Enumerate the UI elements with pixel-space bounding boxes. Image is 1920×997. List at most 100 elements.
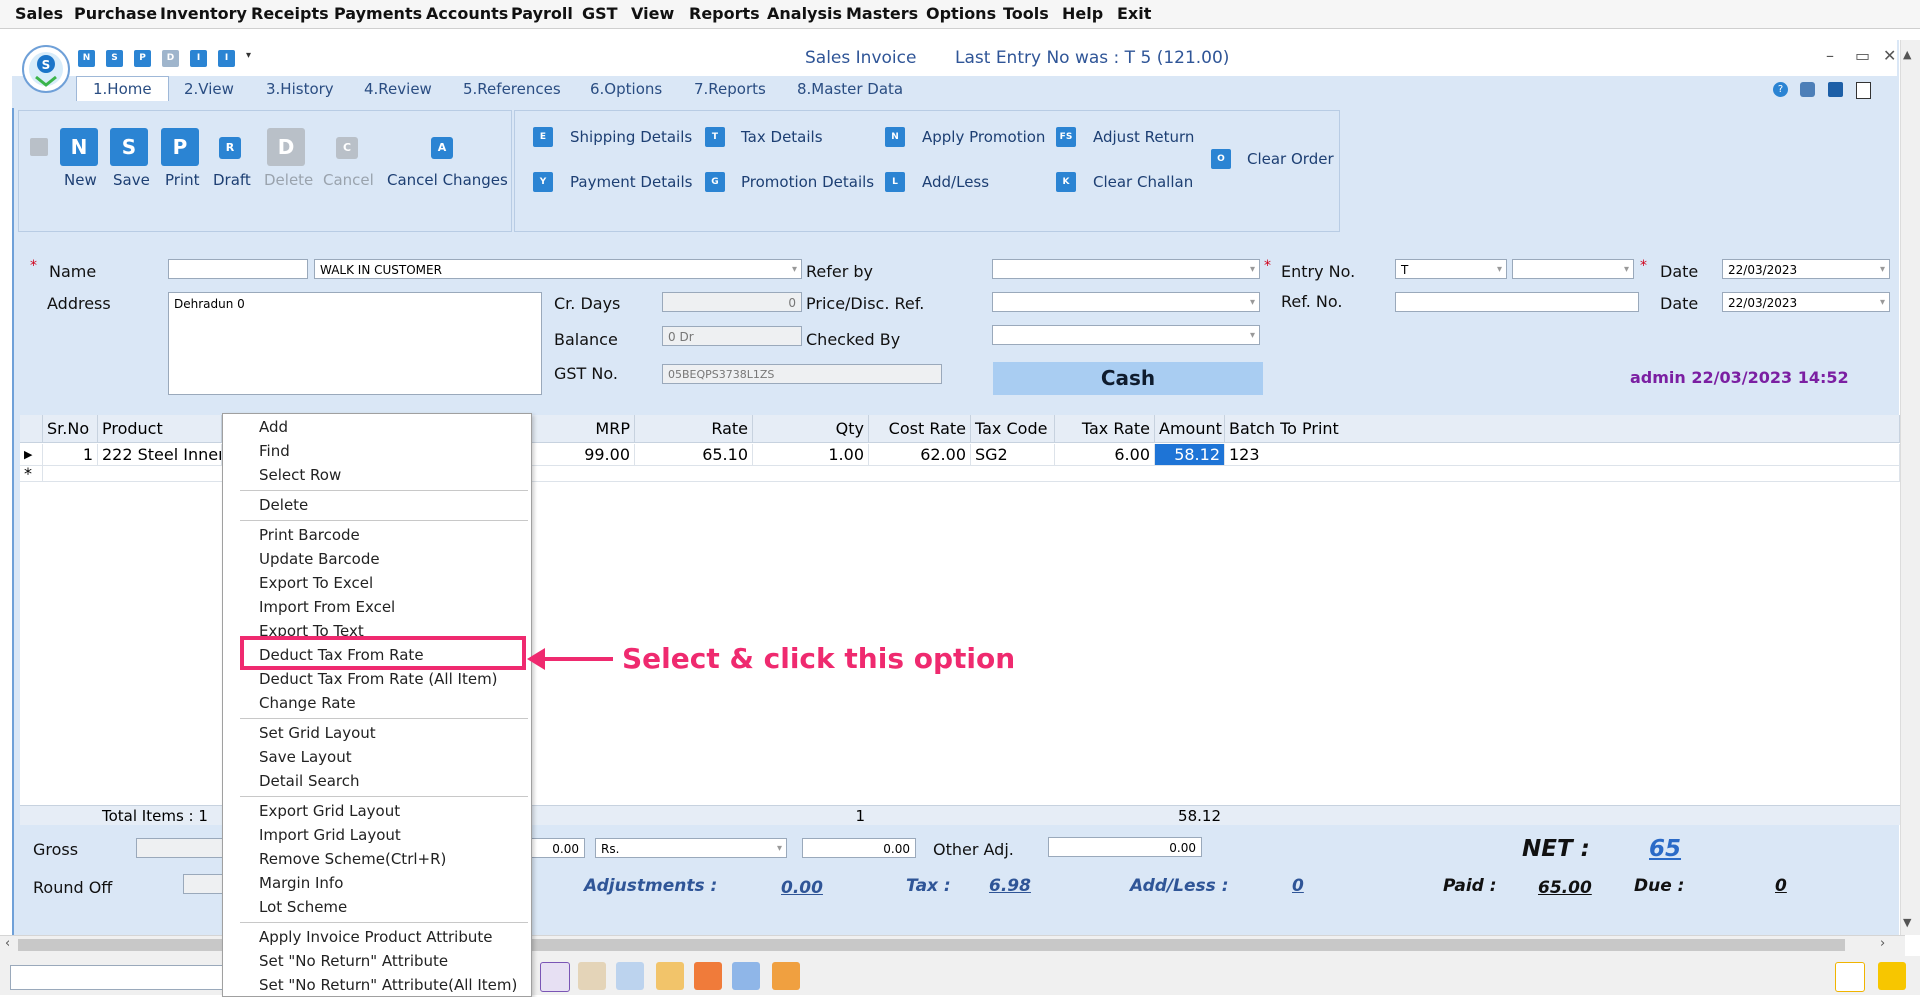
minimize-icon[interactable]: – [1826,46,1834,65]
col-tax-code[interactable]: Tax Code [971,415,1055,443]
status-input[interactable] [10,965,225,990]
cancel-changes-icon[interactable]: A [431,137,453,159]
menu-accounts[interactable]: Accounts [426,4,508,23]
cell-srno[interactable]: 1 [43,444,98,466]
menu-item-change-rate[interactable]: Change Rate [259,694,356,712]
cancel-changes-button[interactable]: Cancel Changes [387,171,508,189]
menu-gst[interactable]: GST [582,4,618,23]
tax-details-button[interactable]: Tax Details [741,128,823,146]
menu-help[interactable]: Help [1062,4,1103,23]
menu-item-export-excel[interactable]: Export To Excel [259,574,373,592]
maximize-icon[interactable]: ▭ [1855,46,1870,65]
menu-item-detail-search[interactable]: Detail Search [259,772,360,790]
tab-review[interactable]: 4.Review [364,80,432,98]
menu-item-save-layout[interactable]: Save Layout [259,748,352,766]
menu-item-find[interactable]: Find [259,442,290,460]
adj-amount-input[interactable]: 0.00 [528,838,585,858]
menu-item-add[interactable]: Add [259,418,288,436]
menu-exit[interactable]: Exit [1117,4,1151,23]
tab-home[interactable]: 1.Home [76,76,169,101]
menu-payments[interactable]: Payments [334,4,422,23]
scroll-up-icon[interactable]: ▲ [1903,48,1911,61]
menu-item-delete[interactable]: Delete [259,496,308,514]
name-input[interactable] [168,259,308,279]
add-less-button[interactable]: Add/Less [922,173,989,191]
ref-no-input[interactable] [1395,292,1639,312]
printer-icon[interactable] [732,962,760,990]
adj-value-input[interactable]: 0.00 [802,838,916,858]
announcement-icon[interactable] [1835,962,1865,992]
date-picker[interactable]: 22/03/2023 [1722,259,1890,279]
col-tax-rate[interactable]: Tax Rate [1055,415,1155,443]
cell-cost-rate[interactable]: 62.00 [869,444,971,466]
cell-qty[interactable]: 1.00 [753,444,869,466]
adjust-return-icon[interactable]: FS [1056,127,1076,147]
apply-promotion-icon[interactable]: N [885,127,905,147]
col-amount[interactable]: Amount [1155,415,1225,443]
apply-promotion-button[interactable]: Apply Promotion [922,128,1045,146]
vertical-scrollbar[interactable] [1900,40,1920,935]
menu-item-export-grid-layout[interactable]: Export Grid Layout [259,802,400,820]
promotion-details-button[interactable]: Promotion Details [741,173,874,191]
shapes-icon[interactable] [694,962,722,990]
col-qty[interactable]: Qty [753,415,869,443]
cell-mrp[interactable]: 99.00 [530,444,635,466]
tax-details-icon[interactable]: T [705,127,725,147]
cell-amount[interactable]: 58.12 [1155,444,1225,466]
col-srno[interactable]: Sr.No [43,415,98,443]
delivery-icon[interactable] [578,962,606,990]
adjust-return-button[interactable]: Adjust Return [1093,128,1194,146]
qa-customize-icon[interactable]: ▾ [246,50,251,61]
menu-item-apply-attribute[interactable]: Apply Invoice Product Attribute [259,928,492,946]
menu-item-deduct-tax-all[interactable]: Deduct Tax From Rate (All Item) [259,670,498,688]
menu-options[interactable]: Options [926,4,996,23]
col-rate[interactable]: Rate [635,415,753,443]
checked-by-select[interactable] [992,325,1260,345]
entry-series-select[interactable] [1512,259,1634,279]
cell-product[interactable]: 222 Steel Inner I [98,444,222,466]
clear-order-button[interactable]: Clear Order [1247,150,1334,168]
new-row-marker[interactable]: * [20,466,43,482]
menu-purchase[interactable]: Purchase [74,4,157,23]
qa-save-icon[interactable]: S [106,50,123,67]
save-icon[interactable]: S [110,128,148,166]
menu-item-select-row[interactable]: Select Row [259,466,341,484]
col-batch[interactable]: Batch To Print [1225,415,1900,443]
clear-challan-icon[interactable]: K [1056,172,1076,192]
refer-by-select[interactable] [992,259,1260,279]
row-pointer-icon[interactable]: ▶ [20,444,43,466]
info-icon[interactable] [1828,82,1843,97]
report-icon[interactable] [540,962,570,992]
scroll-left-icon[interactable]: ‹ [5,936,10,951]
address-textarea[interactable]: Dehradun 0 [168,292,542,395]
other-adj-input[interactable]: 0.00 [1048,837,1202,857]
menu-item-set-grid-layout[interactable]: Set Grid Layout [259,724,376,742]
tab-view[interactable]: 2.View [184,80,234,98]
network-icon[interactable] [616,962,644,990]
add-less-icon[interactable]: L [885,172,905,192]
menu-item-print-barcode[interactable]: Print Barcode [259,526,360,544]
save-button[interactable]: Save [113,171,150,189]
menu-item-margin-info[interactable]: Margin Info [259,874,343,892]
notification-bell-icon[interactable] [1878,962,1906,990]
draft-icon[interactable]: R [219,137,241,159]
menu-receipts[interactable]: Receipts [251,4,329,23]
new-button[interactable]: New [64,171,97,189]
customer-select[interactable]: WALK IN CUSTOMER [314,259,802,279]
menu-item-lot-scheme[interactable]: Lot Scheme [259,898,347,916]
promotion-details-icon[interactable]: G [705,172,725,192]
qa-item2-icon[interactable]: I [218,50,235,67]
menu-analysis[interactable]: Analysis [767,4,842,23]
entry-no-select[interactable]: T [1395,259,1507,279]
close-icon[interactable]: ✕ [1883,46,1896,65]
price-disc-select[interactable] [992,292,1260,312]
tab-master-data[interactable]: 8.Master Data [797,80,903,98]
tab-reports[interactable]: 7.Reports [694,80,766,98]
print-icon[interactable]: P [161,128,199,166]
col-product[interactable]: Product [98,415,222,443]
menu-payroll[interactable]: Payroll [511,4,573,23]
payment-mode-button[interactable]: Cash [993,362,1263,395]
menu-reports[interactable]: Reports [689,4,760,23]
settings-icon[interactable] [1800,82,1815,97]
col-cost-rate[interactable]: Cost Rate [869,415,971,443]
